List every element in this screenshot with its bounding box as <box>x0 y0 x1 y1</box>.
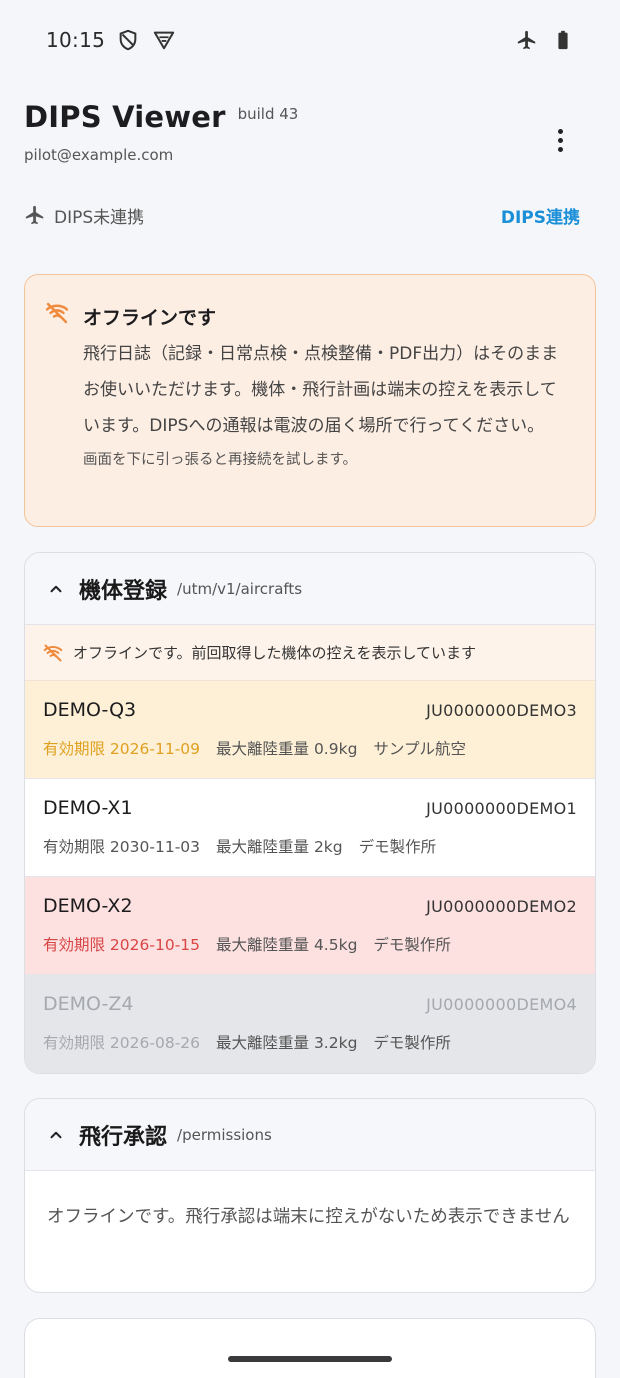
aircraft-row[interactable]: DEMO-Q3 JU0000000DEMO3 有効期限 2026-11-09 最… <box>25 681 595 779</box>
aircraft-offline-note: オフラインです。前回取得した機体の控えを表示しています <box>25 625 595 681</box>
dips-status-row: DIPS未連携 DIPS連携 <box>24 200 580 230</box>
aircraft-maker: サンプル航空 <box>373 740 466 758</box>
aircraft-registration-id: JU0000000DEMO1 <box>426 799 577 818</box>
offline-banner: オフラインです 飛行日誌（記録・日常点検・点検整備・PDF出力）はそのままお使い… <box>24 274 596 527</box>
home-indicator[interactable] <box>228 1356 392 1362</box>
permissions-offline-message: オフラインです。飛行承認は端末に控えがないため表示できません <box>47 1207 570 1227</box>
aircraft-row[interactable]: DEMO-Z4 JU0000000DEMO4 有効期限 2026-08-26 最… <box>25 975 595 1073</box>
aircraft-offline-note-text: オフラインです。前回取得した機体の控えを表示しています <box>73 644 477 662</box>
dips-link-button[interactable]: DIPS連携 <box>501 203 580 228</box>
aircraft-registration-id: JU0000000DEMO4 <box>426 995 577 1014</box>
aircraft-maker: デモ製作所 <box>373 936 451 954</box>
permissions-card: 飛行承認 /permissions オフラインです。飛行承認は端末に控えがないた… <box>24 1098 596 1293</box>
aircraft-card: 機体登録 /utm/v1/aircrafts オフラインです。前回取得した機体の… <box>24 552 596 1074</box>
airplane-icon <box>24 204 46 226</box>
dips-status: DIPS未連携 <box>54 207 145 228</box>
aircraft-mtow: 最大離陸重量 3.2kg <box>216 1034 358 1052</box>
banner-title: オフラインです <box>83 307 217 329</box>
wifi-off-icon <box>43 643 63 663</box>
aircraft-card-title: 機体登録 <box>79 578 168 604</box>
aircraft-expiry: 有効期限 2026-10-15 <box>43 936 201 954</box>
next-card <box>24 1318 596 1378</box>
aircraft-card-header[interactable]: 機体登録 /utm/v1/aircrafts <box>25 553 595 625</box>
more-vert-icon[interactable] <box>548 122 572 158</box>
permissions-card-header[interactable]: 飛行承認 /permissions <box>25 1099 595 1171</box>
shield-icon <box>117 29 139 51</box>
aircraft-maker: デモ製作所 <box>373 1034 451 1052</box>
aircraft-mtow: 最大離陸重量 2kg <box>216 838 343 856</box>
aircraft-expiry: 有効期限 2030-11-03 <box>43 838 201 856</box>
aircraft-card-path: /utm/v1/aircrafts <box>177 579 303 598</box>
permissions-card-title: 飛行承認 <box>79 1124 168 1150</box>
banner-body: 飛行日誌（記録・日常点検・点検整備・PDF出力）はそのままお使いいただけます。機… <box>83 344 559 436</box>
airplane-mode-icon <box>516 29 538 51</box>
wifi-off-icon <box>45 301 69 325</box>
aircraft-expiry: 有効期限 2026-08-26 <box>43 1034 201 1052</box>
aircraft-mtow: 最大離陸重量 4.5kg <box>216 936 358 954</box>
battery-icon <box>552 29 574 51</box>
user-email: pilot@example.com <box>24 146 174 164</box>
aircraft-maker: デモ製作所 <box>358 838 437 856</box>
banner-hint: 画面を下に引っ張ると再接続を試します。 <box>83 452 358 468</box>
aircraft-row[interactable]: DEMO-X2 JU0000000DEMO2 有効期限 2026-10-15 最… <box>25 877 595 975</box>
aircraft-mtow: 最大離陸重量 0.9kg <box>216 740 358 758</box>
vpn-icon <box>153 29 175 51</box>
page-title: DIPS Viewer <box>24 100 226 134</box>
aircraft-registration-id: JU0000000DEMO2 <box>426 897 577 916</box>
chevron-up-icon[interactable] <box>47 580 65 598</box>
status-bar: 10:15 <box>0 0 620 80</box>
status-time: 10:15 <box>46 28 106 52</box>
chevron-up-icon[interactable] <box>47 1126 65 1144</box>
aircraft-registration-id: JU0000000DEMO3 <box>426 701 577 720</box>
app-header: DIPS Viewer build 43 pilot@example.com <box>24 100 596 164</box>
aircraft-name: DEMO-X2 <box>43 895 133 917</box>
aircraft-expiry: 有効期限 2026-11-09 <box>43 740 201 758</box>
aircraft-row[interactable]: DEMO-X1 JU0000000DEMO1 有効期限 2030-11-03 最… <box>25 779 595 877</box>
aircraft-name: DEMO-Q3 <box>43 699 137 721</box>
build-label: build 43 <box>237 105 299 123</box>
aircraft-name: DEMO-X1 <box>43 797 133 819</box>
aircraft-name: DEMO-Z4 <box>43 993 134 1015</box>
permissions-card-path: /permissions <box>177 1125 272 1144</box>
